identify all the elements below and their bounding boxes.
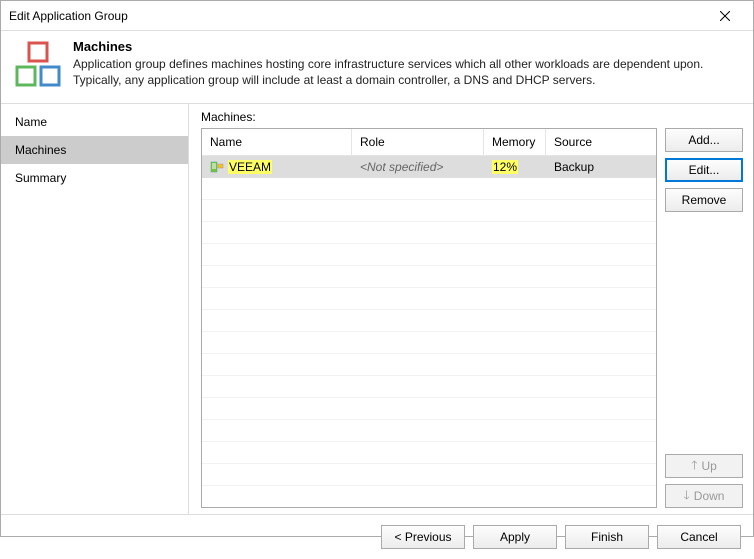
empty-row [202,420,656,442]
empty-row [202,442,656,464]
cancel-button[interactable]: Cancel [657,525,741,549]
empty-row [202,244,656,266]
col-memory[interactable]: Memory [484,129,546,155]
previous-button[interactable]: < Previous [381,525,465,549]
finish-button[interactable]: Finish [565,525,649,549]
empty-row [202,332,656,354]
vm-icon [210,160,224,174]
remove-button[interactable]: Remove [665,188,743,212]
add-button[interactable]: Add... [665,128,743,152]
table-header: Name Role Memory Source [202,129,656,156]
cell-name: VEEAM [228,160,272,174]
header-heading: Machines [73,39,703,54]
table-body: VEEAM <Not specified> 12% Backup [202,156,656,507]
empty-row [202,398,656,420]
edit-button[interactable]: Edit... [665,158,743,182]
empty-row [202,178,656,200]
empty-row [202,200,656,222]
content: Machines: Name Role Memory Source VE [189,104,753,514]
header: Machines Application group defines machi… [1,31,753,103]
machines-table: Name Role Memory Source VEEAM <Not speci… [201,128,657,508]
action-buttons: Add... Edit... Remove 🡑 Up 🡓 Down [665,128,743,508]
window-title: Edit Application Group [9,9,705,23]
empty-row [202,464,656,486]
sidebar-item-name[interactable]: Name [1,108,188,136]
empty-row [202,376,656,398]
empty-row [202,266,656,288]
table-row[interactable]: VEEAM <Not specified> 12% Backup [202,156,656,178]
main: Name Machines Summary Machines: Name Rol… [1,104,753,514]
empty-row [202,310,656,332]
empty-row [202,288,656,310]
app-group-icon [13,39,63,89]
empty-row [202,222,656,244]
machines-label: Machines: [201,110,743,124]
col-name[interactable]: Name [202,129,352,155]
up-button: 🡑 Up [665,454,743,478]
close-icon [720,11,730,21]
down-button: 🡓 Down [665,484,743,508]
apply-button[interactable]: Apply [473,525,557,549]
close-button[interactable] [705,2,745,30]
up-label: Up [701,459,716,473]
titlebar: Edit Application Group [1,1,753,31]
empty-row [202,354,656,376]
cell-role: <Not specified> [352,160,484,174]
col-source[interactable]: Source [546,129,656,155]
header-desc-line2: Typically, any application group will in… [73,72,703,88]
col-role[interactable]: Role [352,129,484,155]
cell-source: Backup [546,160,656,174]
arrow-up-icon: 🡑 [691,456,697,477]
arrow-down-icon: 🡓 [684,486,690,507]
sidebar: Name Machines Summary [1,104,189,514]
sidebar-item-machines[interactable]: Machines [1,136,188,164]
header-text: Machines Application group defines machi… [73,39,703,89]
sidebar-item-summary[interactable]: Summary [1,164,188,192]
down-label: Down [694,489,725,503]
header-desc-line1: Application group defines machines hosti… [73,56,703,72]
cell-memory: 12% [492,160,518,174]
